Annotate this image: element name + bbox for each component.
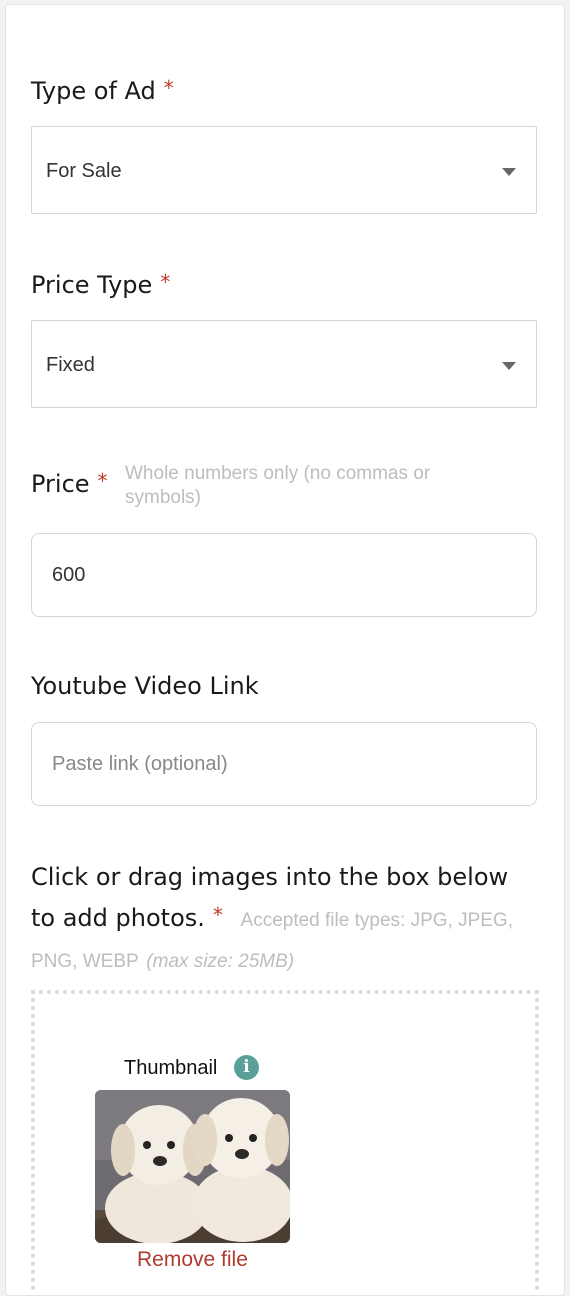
- ad-type-label-text: Type of Ad: [31, 77, 156, 105]
- required-marker: *: [163, 76, 174, 100]
- price-label: Price *: [31, 469, 108, 498]
- ad-type-value: For Sale: [46, 160, 122, 182]
- required-marker: *: [97, 469, 108, 493]
- youtube-link-input[interactable]: Paste link (optional): [31, 722, 537, 806]
- youtube-placeholder: Paste link (optional): [52, 753, 228, 775]
- price-value: 600: [52, 564, 86, 586]
- photos-instructions: Click or drag images into the box below …: [31, 858, 531, 981]
- price-type-value: Fixed: [46, 354, 95, 376]
- price-type-select[interactable]: Fixed: [31, 320, 537, 408]
- price-type-label: Price Type *: [31, 270, 170, 299]
- required-marker: *: [212, 903, 223, 927]
- price-hint: Whole numbers only (no commas or symbols…: [125, 463, 431, 508]
- info-icon[interactable]: i: [234, 1055, 259, 1080]
- photos-size-hint: (max size: 25MB): [146, 951, 295, 972]
- required-marker: *: [160, 270, 171, 294]
- price-label-text: Price: [31, 470, 90, 498]
- ad-type-label: Type of Ad *: [31, 76, 174, 105]
- remove-file-link[interactable]: Remove file: [137, 1248, 248, 1272]
- ad-type-select[interactable]: For Sale: [31, 126, 537, 214]
- price-input[interactable]: 600: [31, 533, 537, 617]
- puppies-image: [95, 1090, 290, 1243]
- thumbnail-label: Thumbnail: [124, 1057, 218, 1079]
- youtube-label: Youtube Video Link: [31, 672, 259, 700]
- chevron-down-icon: [502, 168, 516, 176]
- uploaded-photo: [95, 1090, 290, 1243]
- price-type-label-text: Price Type: [31, 271, 153, 299]
- chevron-down-icon: [502, 362, 516, 370]
